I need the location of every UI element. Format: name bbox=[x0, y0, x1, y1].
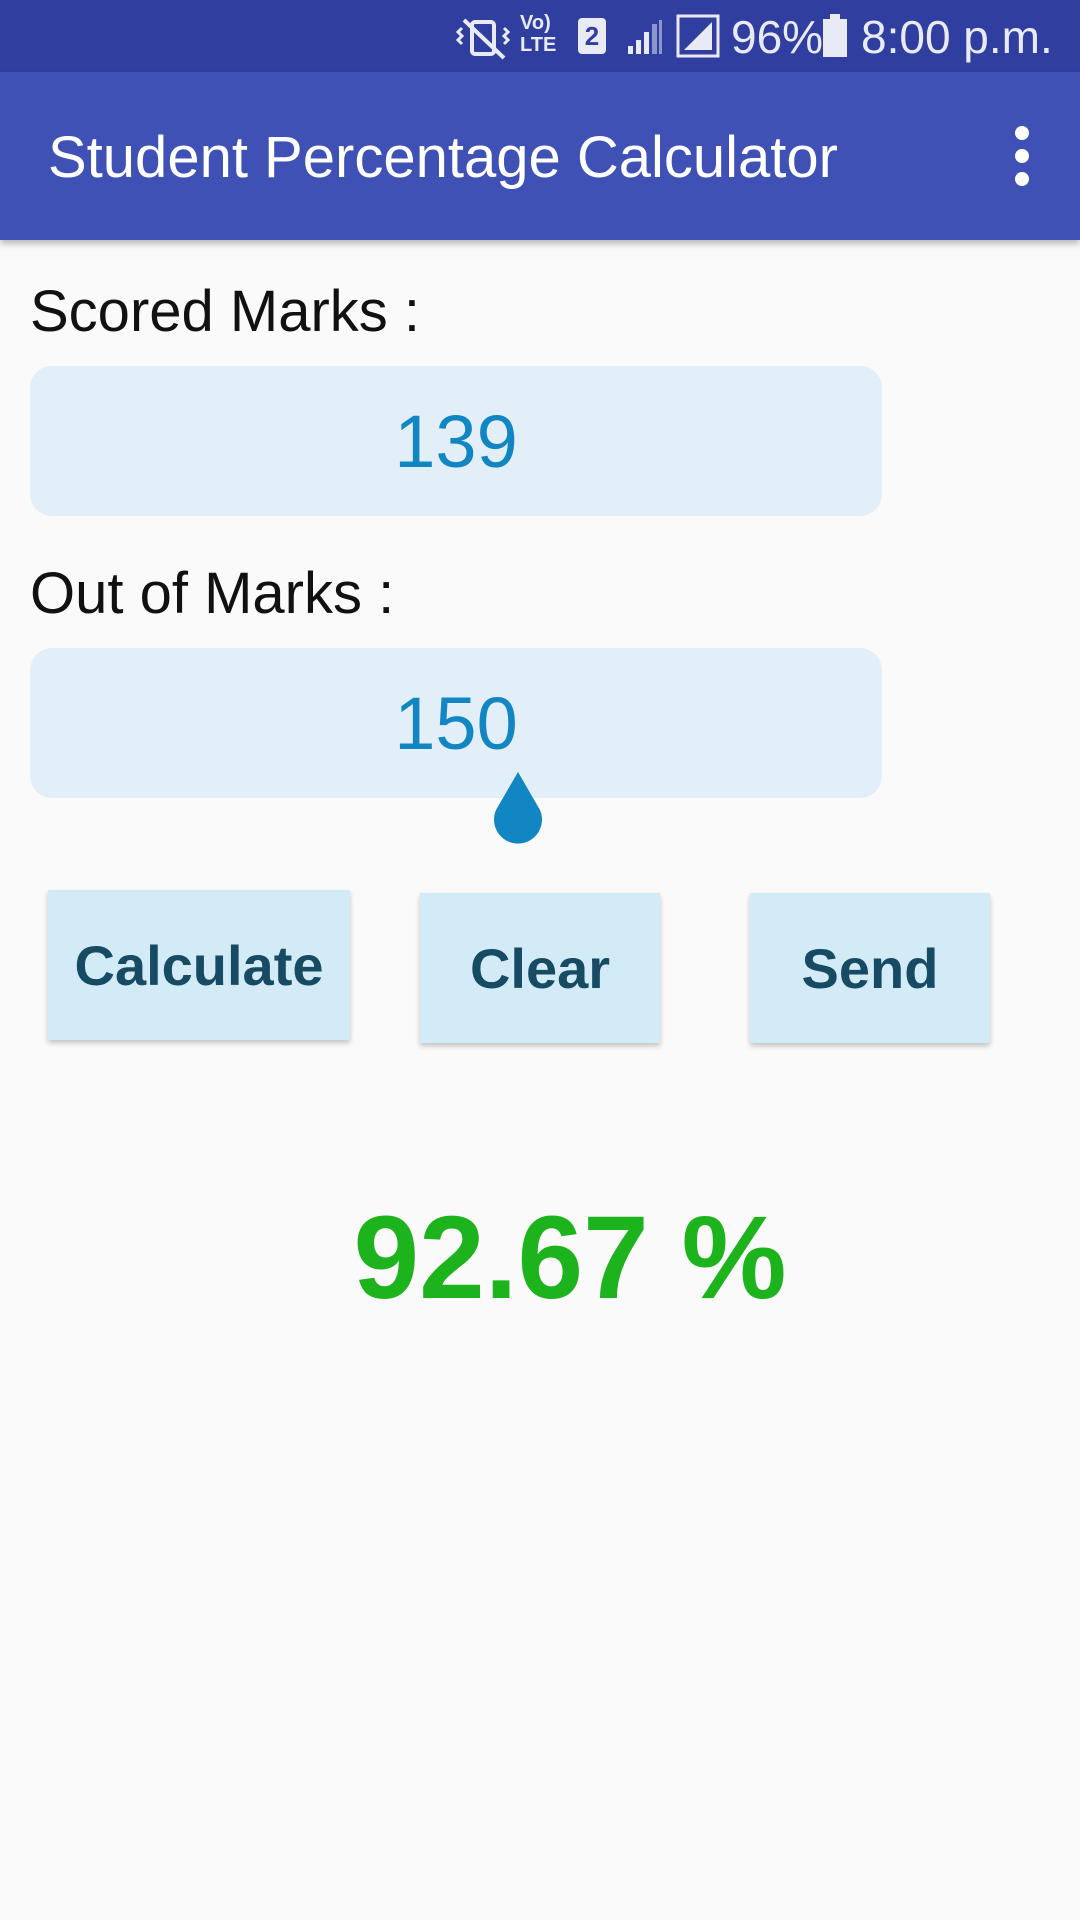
menu-dot bbox=[1015, 172, 1029, 186]
app-bar: Student Percentage Calculator bbox=[0, 72, 1080, 240]
sim-slot-number: 2 bbox=[584, 21, 600, 51]
signal-icon bbox=[676, 14, 720, 58]
out-of-marks-input[interactable]: 150 bbox=[30, 648, 882, 798]
scored-marks-input[interactable]: 139 bbox=[30, 366, 882, 516]
volte-top-label: Vo) bbox=[520, 12, 551, 34]
menu-dot bbox=[1015, 149, 1029, 163]
volte-bottom-label: LTE bbox=[520, 34, 557, 56]
volte-icon: Vo) LTE bbox=[520, 12, 564, 62]
app-screen: Vo) LTE 2 96% 8:00 p.m. Student Percenta… bbox=[0, 0, 1080, 1920]
battery-icon bbox=[823, 14, 847, 57]
percentage-result: 92.67 % bbox=[353, 1192, 787, 1324]
sim-2-icon: 2 bbox=[578, 18, 606, 54]
app-title: Student Percentage Calculator bbox=[48, 125, 838, 190]
out-of-marks-label: Out of Marks : bbox=[30, 561, 395, 626]
overflow-menu-icon[interactable] bbox=[992, 116, 1052, 196]
status-time: 8:00 p.m. bbox=[861, 11, 1053, 63]
scored-marks-label: Scored Marks : bbox=[30, 279, 420, 344]
send-button[interactable]: Send bbox=[750, 893, 990, 1043]
text-cursor-handle[interactable] bbox=[488, 770, 548, 846]
status-bar: Vo) LTE 2 96% 8:00 p.m. bbox=[0, 0, 1080, 72]
vibrate-mute-icon bbox=[456, 18, 511, 60]
clear-button[interactable]: Clear bbox=[420, 893, 660, 1043]
signal-icon bbox=[628, 20, 662, 54]
battery-percent: 96% bbox=[731, 11, 824, 63]
menu-dot bbox=[1015, 126, 1029, 140]
calculate-button[interactable]: Calculate bbox=[48, 890, 350, 1040]
